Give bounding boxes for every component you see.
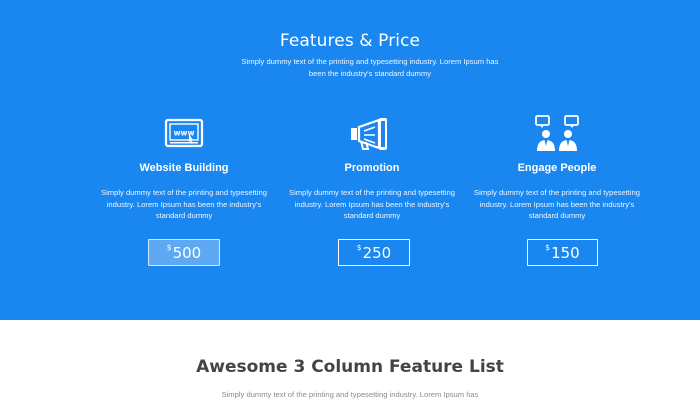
price-currency: $ <box>356 243 362 252</box>
features-section: Features & Price Simply dummy text of th… <box>0 0 700 320</box>
price-currency: $ <box>545 243 551 252</box>
people-chat-icon <box>467 115 647 152</box>
price-amount: 150 <box>551 243 580 262</box>
feature-description: Simply dummy text of the printing and ty… <box>289 188 455 221</box>
feature-title: Promotion <box>344 162 400 174</box>
feature-list-title: Awesome 3 Column Feature List <box>196 357 504 377</box>
price-amount: 500 <box>172 243 202 262</box>
price-currency: $ <box>166 243 172 252</box>
feature-column-website-building: www Website Building Simply dummy text o… <box>94 0 274 320</box>
feature-column-engage-people: Engage People Simply dummy text of the p… <box>467 0 647 320</box>
feature-title: Engage People <box>517 162 597 174</box>
megaphone-icon <box>282 116 462 152</box>
feature-title: Website Building <box>139 162 229 174</box>
feature-description: Simply dummy text of the printing and ty… <box>101 188 267 221</box>
price-button-150[interactable]: $ 150 <box>527 239 598 266</box>
svg-text:www: www <box>174 129 195 138</box>
feature-list-subtitle: Simply dummy text of the printing and ty… <box>221 390 479 399</box>
feature-column-promotion: Promotion Simply dummy text of the print… <box>282 0 462 320</box>
feature-description: Simply dummy text of the printing and ty… <box>474 188 640 221</box>
price-button-500[interactable]: $ 500 <box>148 239 220 266</box>
price-amount: 250 <box>362 243 392 262</box>
price-button-250[interactable]: $ 250 <box>338 239 410 266</box>
www-monitor-icon: www <box>94 116 274 152</box>
